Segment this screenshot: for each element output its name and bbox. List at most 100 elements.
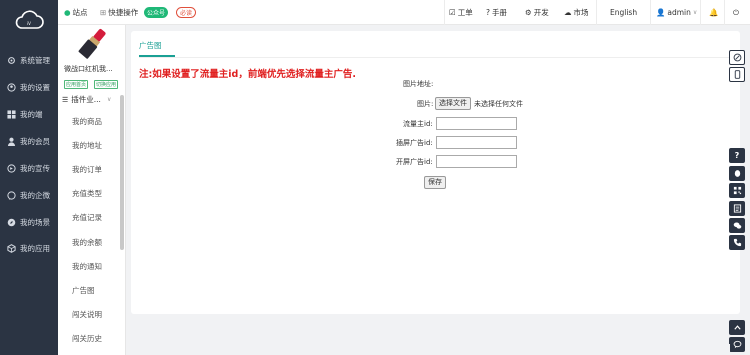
divider xyxy=(444,0,445,25)
sub-item-orders[interactable]: 我的订单 xyxy=(72,164,102,175)
checkbox-icon: ☑ xyxy=(449,8,456,17)
sidebar-item-label: 系统管理 xyxy=(20,55,50,65)
divider xyxy=(700,0,701,25)
badge-red-label: 必读 xyxy=(176,7,197,18)
sidebar-scrollbar[interactable] xyxy=(120,95,124,250)
site-link[interactable]: ● 站点 xyxy=(64,0,88,25)
gear-icon xyxy=(7,56,16,65)
divider xyxy=(596,0,597,25)
plugin-group-toggle[interactable]: ☰ 插件业... ∨ xyxy=(62,94,111,105)
splash-id-input[interactable] xyxy=(436,155,517,168)
save-button[interactable]: 保存 xyxy=(424,176,446,189)
site-icon: ● xyxy=(64,8,71,17)
sub-item-recharge-types[interactable]: 充值类型 xyxy=(72,188,102,199)
user-name: admin xyxy=(667,8,691,17)
sidebar-item-client[interactable]: 我的端 xyxy=(0,105,58,123)
traffic-id-input[interactable] xyxy=(436,117,517,130)
sub-item-products[interactable]: 我的商品 xyxy=(72,116,102,127)
bell-icon[interactable]: 🔔 xyxy=(709,0,718,25)
cloud-logo-icon[interactable]: iV xyxy=(14,9,44,31)
list-icon: ☰ xyxy=(62,95,69,104)
app-name: 微战口红机我... xyxy=(64,65,113,73)
help-icon[interactable]: ? xyxy=(729,148,745,163)
must-read-badge[interactable]: 必读 xyxy=(176,0,197,25)
compass-icon xyxy=(7,218,16,227)
sub-item-ad-image[interactable]: 广告图 xyxy=(72,285,95,296)
sub-item-balance[interactable]: 我的余额 xyxy=(72,237,102,248)
image-address-label: 图片地址: xyxy=(403,80,434,88)
phone-icon[interactable] xyxy=(729,235,745,250)
sidebar-item-settings[interactable]: 我的设置 xyxy=(0,78,58,96)
document-icon[interactable] xyxy=(729,201,745,216)
app-home-tag[interactable]: 应用首页 xyxy=(64,80,89,89)
quick-icon: ⊞ xyxy=(100,8,107,17)
person-icon xyxy=(7,137,16,146)
traffic-id-label: 流量主id: xyxy=(403,120,433,128)
user-settings-icon xyxy=(7,82,16,92)
sidebar-item-wecom[interactable]: 我的企微 xyxy=(0,186,58,204)
sidebar-item-label: 我的端 xyxy=(20,109,43,119)
chat-icon xyxy=(7,190,16,200)
sub-item-recharge-records[interactable]: 充值记录 xyxy=(72,212,102,223)
market-link[interactable]: ☁ 市场 xyxy=(564,0,589,25)
question-icon: ? xyxy=(486,8,490,17)
cloud-icon: ☁ xyxy=(564,8,572,17)
ticket-link[interactable]: ☑ 工单 xyxy=(449,0,473,25)
image-label: 图片: xyxy=(417,100,434,108)
manual-label: 手册 xyxy=(491,8,507,17)
sub-item-level-intro[interactable]: 闯关说明 xyxy=(72,309,102,320)
sidebar-item-label: 我的设置 xyxy=(20,82,50,92)
feedback-icon[interactable] xyxy=(729,337,745,352)
official-account-badge[interactable]: 公众号 xyxy=(144,0,169,25)
user-menu[interactable]: 👤 admin ∨ xyxy=(656,0,697,25)
grid-icon xyxy=(7,109,16,119)
badge-green-label: 公众号 xyxy=(144,7,169,18)
megaphone-icon xyxy=(7,163,16,173)
qq-icon[interactable] xyxy=(729,166,745,181)
plugin-label: 插件业... xyxy=(71,95,101,104)
language-switch[interactable]: English xyxy=(610,0,637,25)
sidebar-item-label: 我的宣传 xyxy=(20,163,50,173)
main-sidebar: iV 系统管理 我的设置 我的端 我的会员 我的宣传 我的企微 我的场景 我的应… xyxy=(0,0,58,355)
sidebar-item-system[interactable]: 系统管理 xyxy=(0,51,58,69)
choose-file-button[interactable]: 选择文件 xyxy=(435,97,471,110)
page-bottom xyxy=(126,344,730,355)
lipstick-app-icon xyxy=(78,28,106,59)
qrcode-icon[interactable] xyxy=(729,183,745,198)
sidebar-item-scenes[interactable]: 我的场景 xyxy=(0,213,58,231)
wechat-icon[interactable] xyxy=(729,218,745,233)
tab-ad-image[interactable]: 广告图 xyxy=(139,40,162,51)
ticket-label: 工单 xyxy=(457,8,473,17)
divider xyxy=(724,0,725,25)
sidebar-item-label: 我的企微 xyxy=(20,190,50,200)
dev-link[interactable]: ⚙ 开发 xyxy=(525,0,549,25)
sub-item-address[interactable]: 我的地址 xyxy=(72,140,102,151)
tab-divider xyxy=(139,57,735,58)
dev-label: 开发 xyxy=(533,8,549,17)
mobile-icon[interactable] xyxy=(729,67,745,82)
sidebar-item-label: 我的场景 xyxy=(20,217,50,227)
interstitial-id-input[interactable] xyxy=(436,136,517,149)
sidebar-item-label: 我的应用 xyxy=(20,243,50,253)
quick-actions-link[interactable]: ⊞ 快捷操作 xyxy=(100,0,138,25)
chevron-down-icon: ∨ xyxy=(692,9,698,16)
site-label: 站点 xyxy=(72,8,88,17)
divider xyxy=(650,0,651,25)
scroll-top-icon[interactable] xyxy=(729,320,745,335)
sidebar-item-promo[interactable]: 我的宣传 xyxy=(0,159,58,177)
quick-label: 快捷操作 xyxy=(108,8,139,17)
power-icon[interactable]: ⏻ xyxy=(733,0,739,25)
sidebar-item-label: 我的会员 xyxy=(20,136,50,146)
warning-note: 注:如果设置了流量主id，前端优先选择流量主广告. xyxy=(139,69,356,80)
link-icon[interactable] xyxy=(729,50,745,65)
market-label: 市场 xyxy=(573,8,589,17)
switch-app-tag[interactable]: 切换应用 xyxy=(94,80,119,89)
sub-item-level-history[interactable]: 闯关历史 xyxy=(72,333,102,344)
cube-icon xyxy=(7,243,16,253)
sidebar-item-members[interactable]: 我的会员 xyxy=(0,132,58,150)
svg-text:iV: iV xyxy=(27,21,31,26)
chevron-down-icon: ∨ xyxy=(106,96,112,103)
manual-link[interactable]: ? 手册 xyxy=(486,0,507,25)
sub-item-notices[interactable]: 我的通知 xyxy=(72,261,102,272)
sidebar-item-apps[interactable]: 我的应用 xyxy=(0,239,58,257)
